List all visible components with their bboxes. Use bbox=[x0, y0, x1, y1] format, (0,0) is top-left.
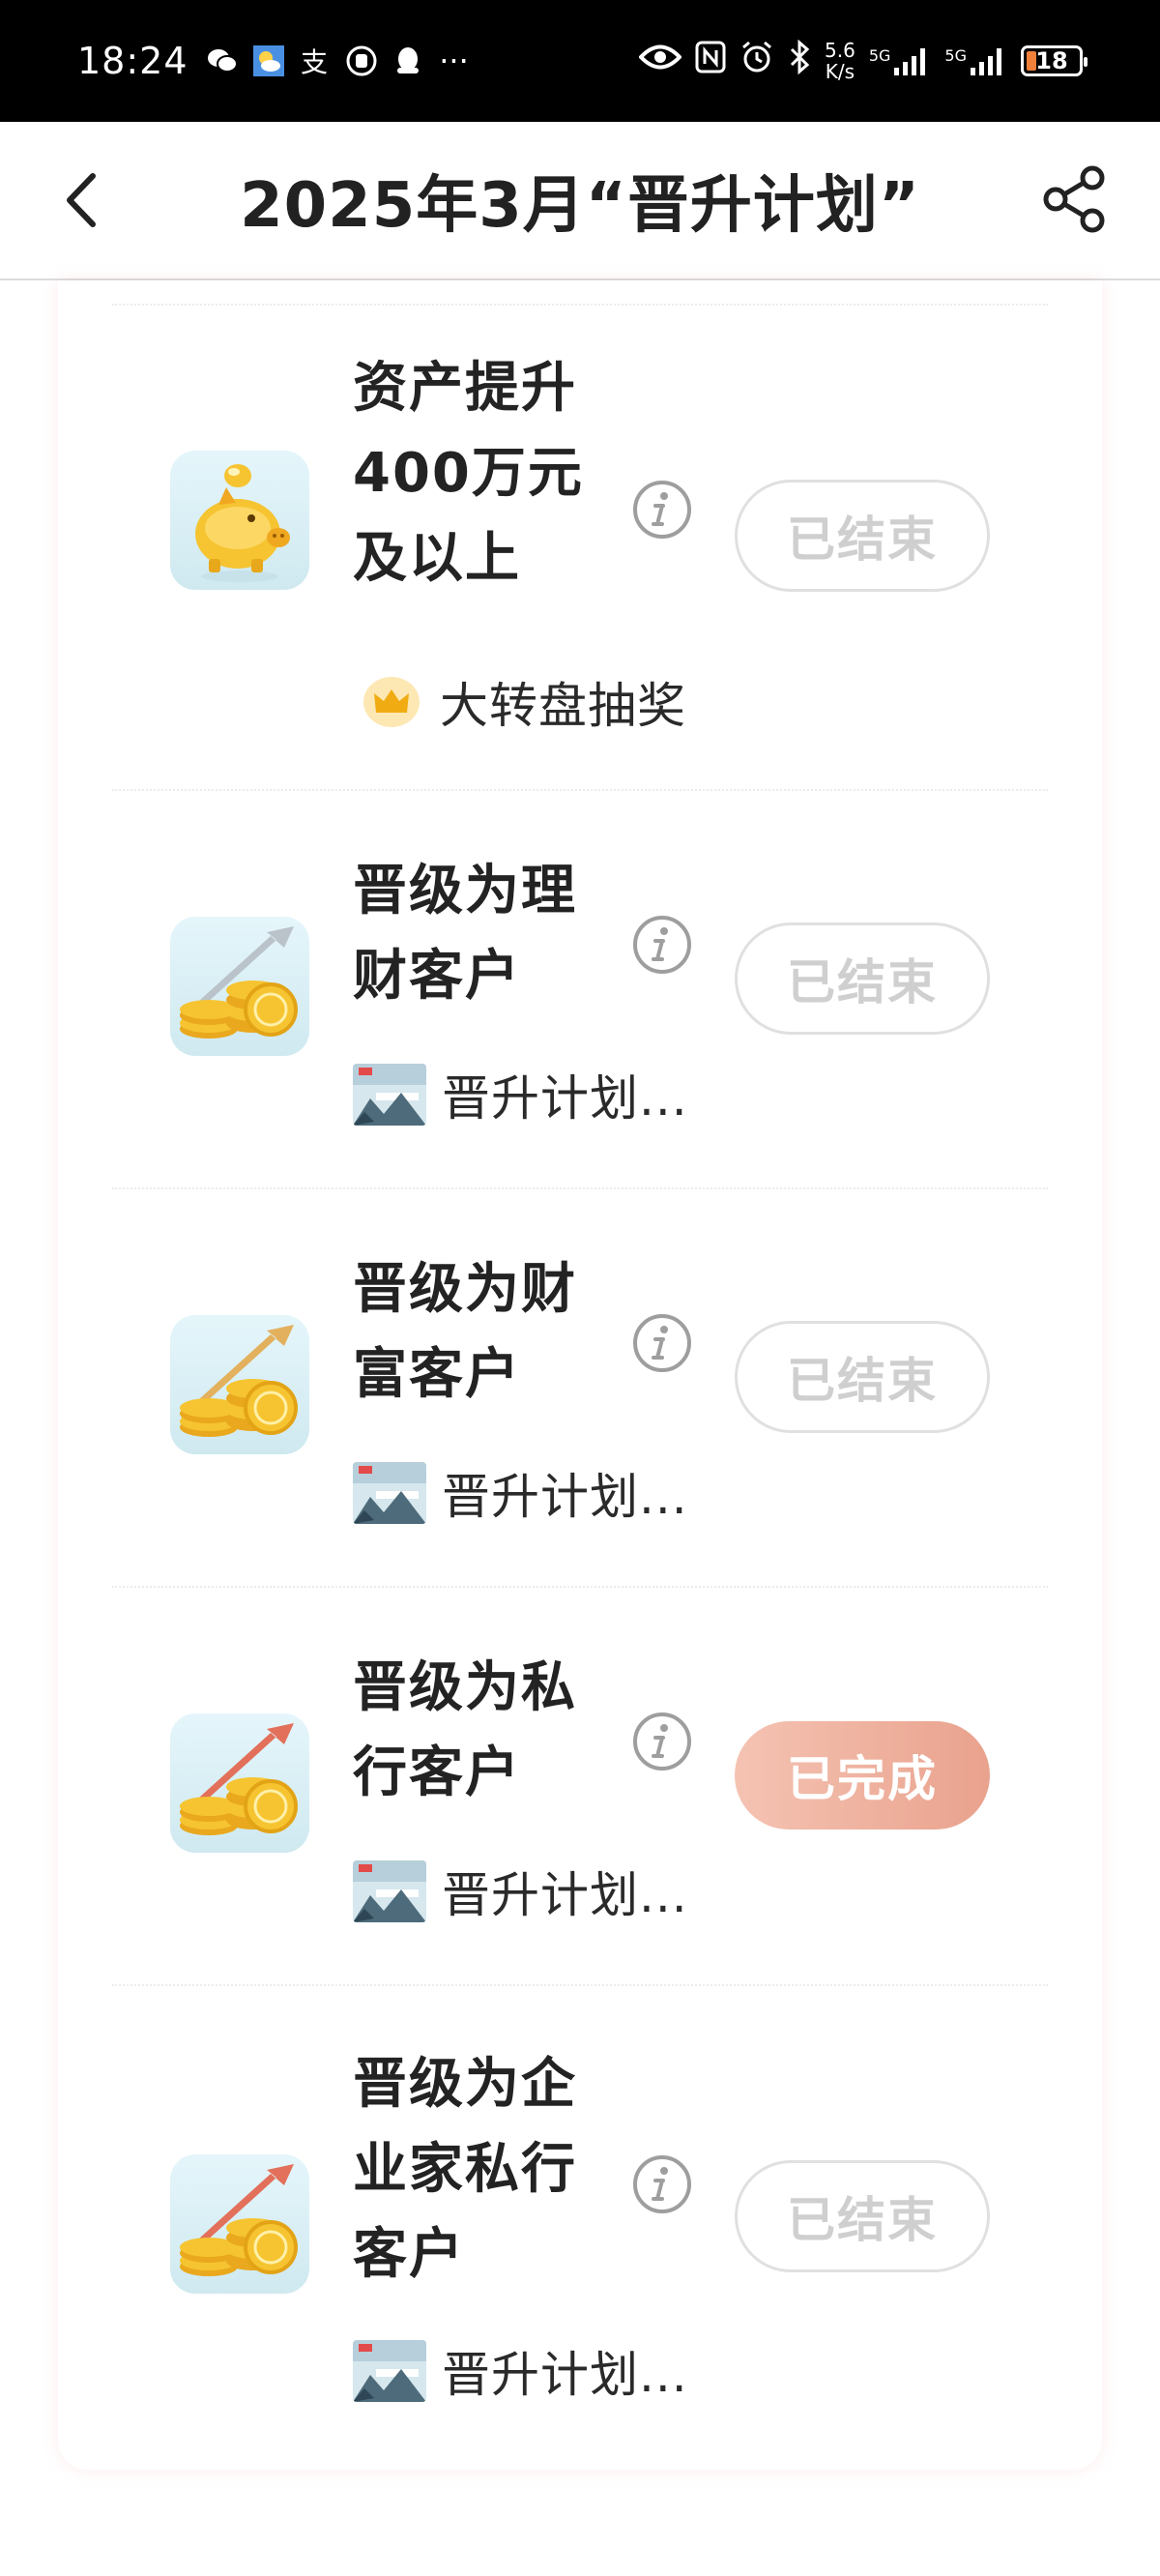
task-title-line: 业家私行 bbox=[353, 2138, 577, 2201]
coins-arrow-icon bbox=[170, 917, 309, 1056]
task-row-entrepreneur: 晋级为企 业家私行 客户 已结束 晋升计划... bbox=[58, 1986, 1102, 2470]
reward-text: 晋升计划... bbox=[442, 1867, 688, 1923]
qq-icon bbox=[392, 44, 424, 77]
task-title-line: 晋级为企 bbox=[353, 2053, 577, 2116]
nfc-icon bbox=[695, 41, 726, 81]
reward[interactable]: 晋升计划... bbox=[353, 1462, 688, 1525]
bluetooth-icon bbox=[788, 39, 811, 82]
status-button-ended[interactable]: 已结束 bbox=[735, 922, 990, 1035]
reward[interactable]: 晋升计划... bbox=[353, 1064, 688, 1127]
task-title-line: 行客户 bbox=[353, 1742, 521, 1804]
signal-icon-2: 5G bbox=[944, 46, 1007, 75]
notification-icons: 支 ··· bbox=[206, 43, 471, 79]
share-icon bbox=[1043, 165, 1105, 233]
task-row-asset-upgrade: 资产提升 400万元 及以上 已结束 大转盘抽奖 bbox=[58, 306, 1102, 791]
task-title: 晋级为企 业家私行 客户 bbox=[353, 2042, 594, 2298]
task-title-line: 晋级为理 bbox=[353, 860, 577, 922]
battery-level: 18 bbox=[1035, 47, 1068, 74]
reward[interactable]: 大转盘抽奖 bbox=[353, 671, 686, 734]
task-title-line: 财客户 bbox=[353, 945, 521, 1008]
share-button[interactable] bbox=[1040, 164, 1110, 234]
task-title-line: 晋级为私 bbox=[353, 1656, 577, 1719]
task-title-line: 资产提升 bbox=[353, 357, 577, 420]
coins-arrow-icon bbox=[170, 1315, 309, 1454]
task-title-line: 富客户 bbox=[353, 1343, 521, 1406]
weather-icon bbox=[252, 44, 285, 77]
piggy-bank-icon bbox=[170, 451, 309, 590]
svg-text:支: 支 bbox=[301, 46, 328, 77]
info-icon[interactable] bbox=[632, 915, 692, 975]
task-title: 晋级为理 财客户 bbox=[353, 849, 594, 1019]
task-card: 资产提升 400万元 及以上 已结束 大转盘抽奖 晋级为理 财客户 已结束 晋升… bbox=[58, 280, 1102, 2470]
page-title: 2025年3月“晋升计划” bbox=[240, 170, 920, 242]
task-title: 晋级为财 富客户 bbox=[353, 1247, 594, 1418]
system-status: 5.6 K/s 5G 5G 18 bbox=[638, 39, 1088, 82]
reward-text: 晋升计划... bbox=[442, 2347, 688, 2403]
reward-text: 大转盘抽奖 bbox=[440, 678, 686, 734]
info-icon[interactable] bbox=[632, 480, 692, 540]
coins-arrow-icon bbox=[170, 1713, 309, 1853]
task-title-line: 客户 bbox=[353, 2223, 465, 2286]
info-icon[interactable] bbox=[632, 2154, 692, 2214]
signal-icon-1: 5G bbox=[869, 46, 932, 75]
back-button[interactable] bbox=[54, 166, 112, 234]
more-icon: ··· bbox=[439, 43, 469, 79]
task-row-private-bank: 晋级为私 行客户 已完成 晋升计划... bbox=[58, 1588, 1102, 1986]
coins-arrow-icon bbox=[170, 2154, 309, 2294]
status-bar: 18:24 支 ··· 5.6 K/s 5G 5G 18 bbox=[0, 0, 1160, 122]
battery-icon: 18 bbox=[1021, 45, 1088, 76]
reward-text: 晋升计划... bbox=[442, 1070, 688, 1127]
task-row-fortune: 晋级为财 富客户 已结束 晋升计划... bbox=[58, 1189, 1102, 1588]
hand-icon bbox=[345, 44, 378, 77]
task-row-wealth-mgmt: 晋级为理 财客户 已结束 晋升计划... bbox=[58, 791, 1102, 1189]
speed-value: 5.6 bbox=[825, 39, 856, 62]
reward[interactable]: 晋升计划... bbox=[353, 2340, 688, 2403]
reward[interactable]: 晋升计划... bbox=[353, 1860, 688, 1923]
reward-thumbnail bbox=[353, 1462, 426, 1524]
reward-text: 晋升计划... bbox=[442, 1469, 688, 1525]
task-title: 资产提升 400万元 及以上 bbox=[353, 346, 594, 601]
task-title: 晋级为私 行客户 bbox=[353, 1646, 594, 1816]
alipay-icon: 支 bbox=[299, 44, 332, 78]
wechat-icon bbox=[206, 44, 239, 77]
reward-thumbnail bbox=[353, 1860, 426, 1922]
crown-icon bbox=[363, 677, 420, 727]
status-button-ended[interactable]: 已结束 bbox=[735, 2160, 990, 2272]
app-header: 2025年3月“晋升计划” bbox=[0, 122, 1160, 280]
reward-thumbnail bbox=[353, 1064, 426, 1126]
task-title-line: 及以上 bbox=[353, 527, 521, 590]
status-time: 18:24 bbox=[77, 40, 188, 82]
status-button-ended[interactable]: 已结束 bbox=[735, 1321, 990, 1433]
status-button-completed[interactable]: 已完成 bbox=[735, 1721, 990, 1830]
signal-label-1: 5G bbox=[868, 46, 891, 65]
info-icon[interactable] bbox=[632, 1712, 692, 1771]
eye-icon bbox=[638, 43, 682, 79]
info-icon[interactable] bbox=[632, 1313, 692, 1373]
status-button-ended[interactable]: 已结束 bbox=[735, 480, 990, 592]
task-title-line: 400万元 bbox=[353, 442, 584, 505]
chevron-left-icon bbox=[67, 173, 96, 227]
task-title-line: 晋级为财 bbox=[353, 1258, 577, 1321]
signal-label-2: 5G bbox=[944, 46, 967, 65]
alarm-icon bbox=[740, 40, 774, 82]
reward-thumbnail bbox=[353, 2340, 426, 2402]
network-speed: 5.6 K/s bbox=[825, 40, 856, 82]
speed-unit: K/s bbox=[825, 60, 856, 83]
